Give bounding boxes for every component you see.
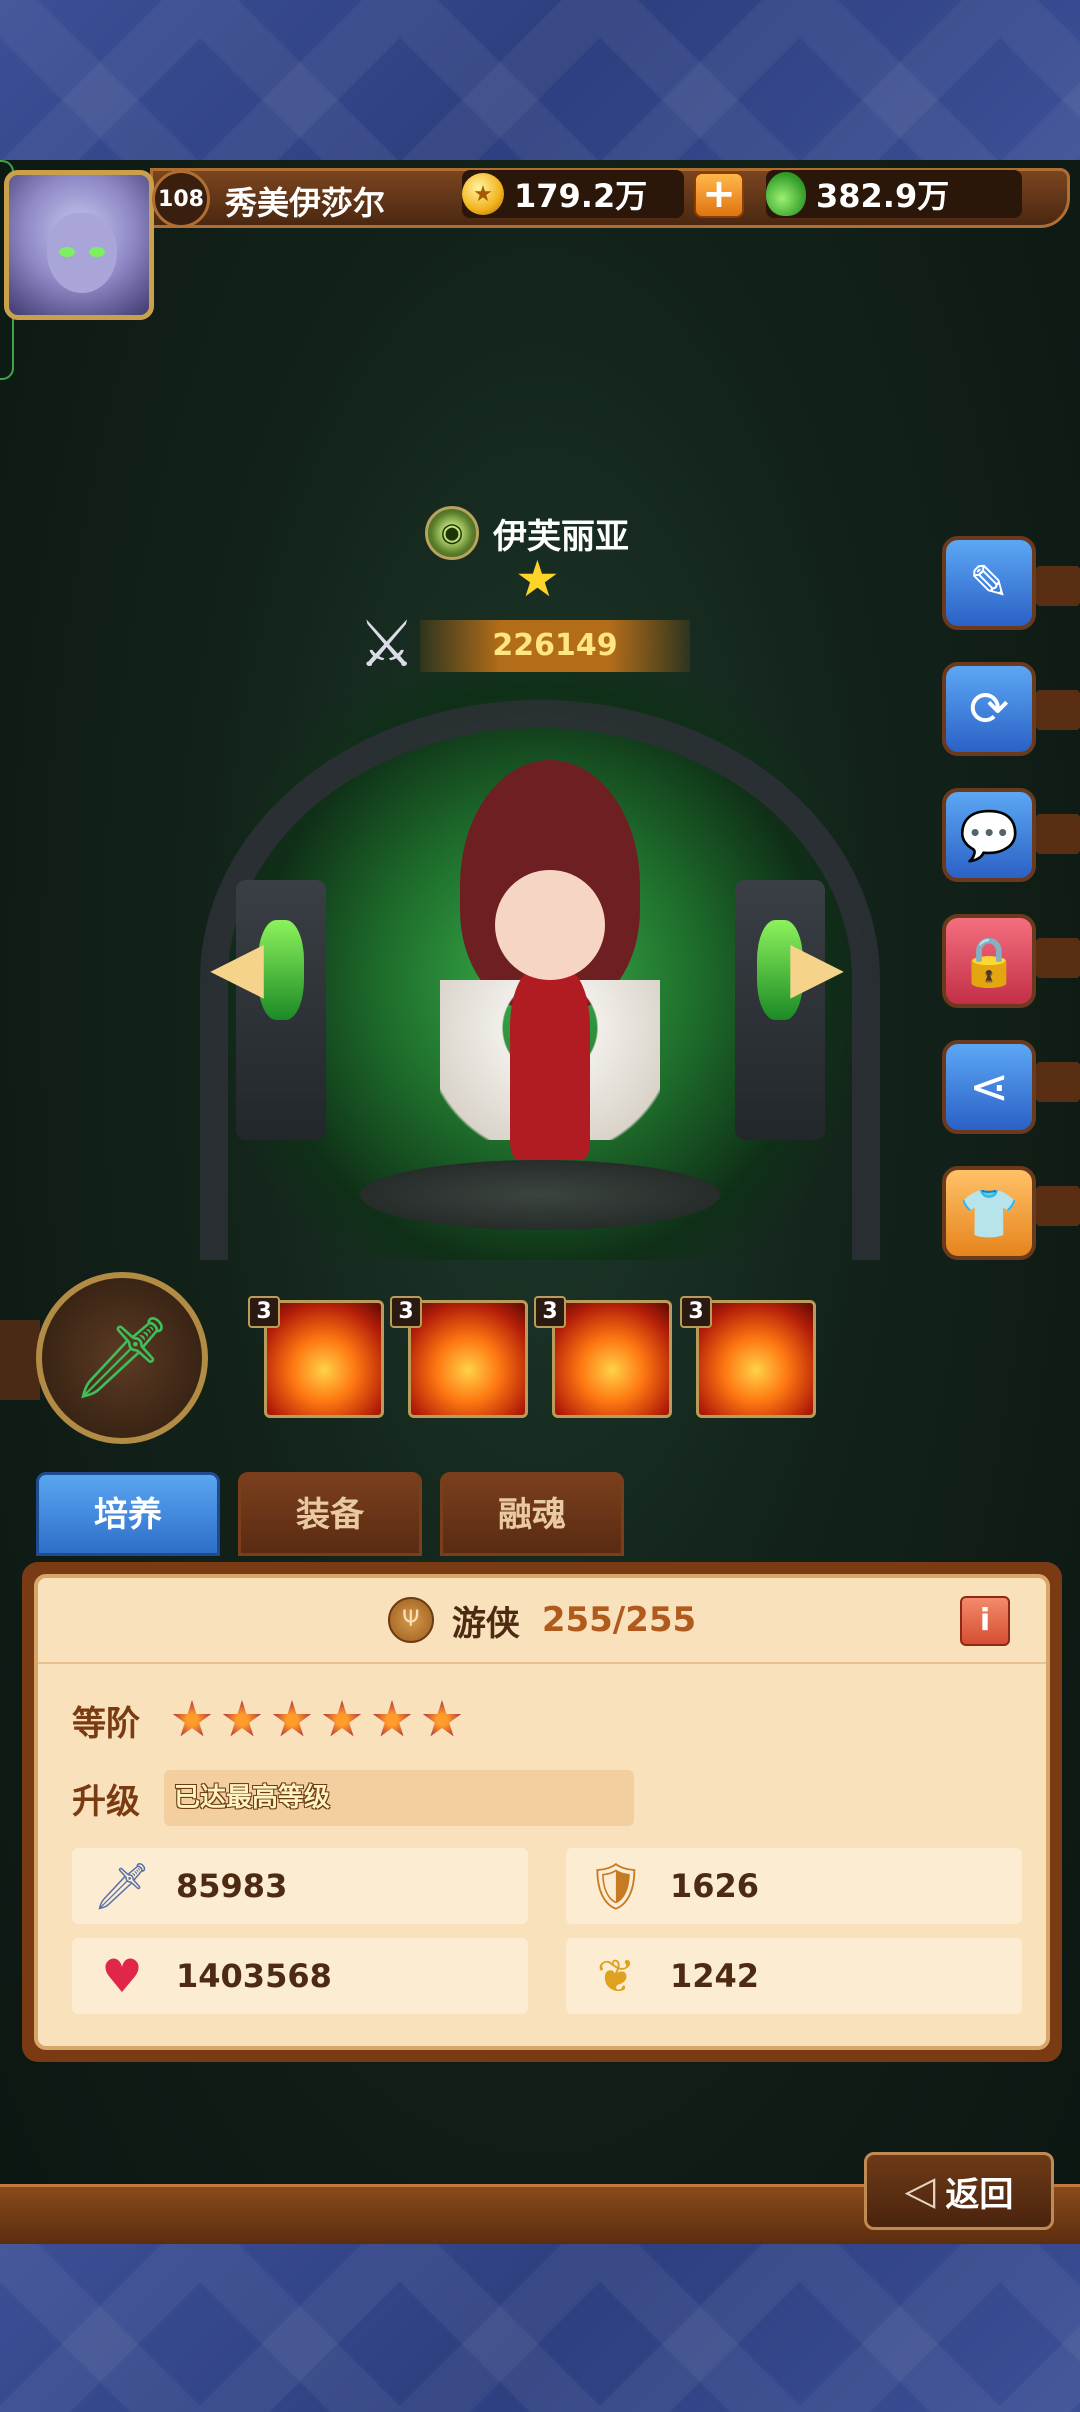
side-tab [1036, 814, 1080, 854]
skill-level-badge: 3 [680, 1296, 712, 1328]
rank-star-icon [172, 1700, 212, 1737]
screen-border-top [0, 0, 1080, 160]
lock-icon[interactable]: 🔒 [942, 914, 1036, 1008]
side-tab [1036, 1062, 1080, 1102]
share-icon[interactable]: ⋖ [942, 1040, 1036, 1134]
avatar-eye [59, 247, 75, 257]
hp-stat: ♥ 1403568 [72, 1938, 528, 2014]
potion-value: 382.9万 [816, 177, 950, 215]
hero-star-icon: ★ [515, 550, 560, 608]
player-avatar[interactable] [4, 170, 154, 320]
gold-coin-icon: ★ [462, 173, 504, 215]
shield-icon: 🛡 [586, 1858, 646, 1913]
defense-stat: 🛡 1626 [566, 1848, 1022, 1924]
gold-value: 179.2万 [514, 177, 648, 215]
skill-fire-blade-icon[interactable] [552, 1300, 672, 1418]
skill-level-badge: 3 [390, 1296, 422, 1328]
back-button[interactable]: ◁ 返回 [864, 2152, 1054, 2230]
skill-level-badge: 3 [248, 1296, 280, 1328]
back-arrow-icon: ◁ [904, 2168, 936, 2214]
back-label: 返回 [945, 2174, 1014, 2215]
side-tab [1036, 1186, 1080, 1226]
rename-pencil-icon[interactable]: ✎ [942, 536, 1036, 630]
class-emblem-icon: Ψ [387, 1597, 434, 1643]
hero-face [495, 870, 605, 980]
potion-icon [766, 172, 806, 216]
tab-soul-fusion[interactable]: 融魂 [440, 1472, 624, 1556]
speed-stat: ❦ 1242 [566, 1938, 1022, 2014]
info-icon[interactable]: i [960, 1596, 1010, 1646]
skill-level-badge: 3 [534, 1296, 566, 1328]
avatar-eye [89, 247, 105, 257]
wing-icon: ❦ [596, 1949, 636, 2003]
rank-star-icon [222, 1700, 262, 1737]
left-pillar [236, 880, 326, 1140]
combat-power: 226149 [420, 620, 690, 672]
upgrade-status: 已达最高等级 [164, 1770, 634, 1826]
hero-class-icon: ◉ [425, 506, 479, 560]
tab-cultivate[interactable]: 培养 [36, 1472, 220, 1556]
weapon-dagger-icon[interactable]: 🗡 [36, 1272, 208, 1444]
attack-value: 85983 [176, 1867, 288, 1905]
class-level: 255/255 [541, 1600, 697, 1640]
potion-counter: 382.9万 [766, 170, 1022, 218]
rank-star-icon [322, 1700, 362, 1737]
swap-refresh-icon[interactable]: ⟳ [942, 662, 1036, 756]
player-name: 秀美伊莎尔 [225, 184, 386, 222]
hero-name: 伊芙丽亚 [493, 516, 629, 557]
side-tab [1036, 690, 1080, 730]
rank-star-icon [272, 1700, 312, 1737]
next-hero-arrow-icon[interactable]: ▶ [785, 930, 849, 1002]
upgrade-label: 升级 [72, 1782, 140, 1822]
heart-icon: ♥ [101, 1949, 143, 2003]
screen-border-bottom [0, 2244, 1080, 2412]
side-tab [1036, 938, 1080, 978]
prev-hero-arrow-icon[interactable]: ◀ [205, 930, 269, 1002]
rank-star-icon [372, 1700, 412, 1737]
sword-icon: 🗡 [92, 1858, 152, 1913]
hero-dress [510, 970, 590, 1160]
cultivate-panel: Ψ 游侠 255/255 i 等阶 升级 已达最高等级 🗡 85983 🛡 16… [22, 1562, 1062, 2062]
gold-counter: ★ 179.2万 [462, 170, 684, 218]
class-header: Ψ 游侠 255/255 i [38, 1578, 1046, 1664]
crossed-swords-icon: ⚔ [358, 608, 416, 682]
add-gold-button[interactable]: + [694, 172, 744, 218]
player-level-badge: 108 [152, 170, 210, 228]
attack-stat: 🗡 85983 [72, 1848, 528, 1924]
side-tab [1036, 566, 1080, 606]
hp-value: 1403568 [176, 1957, 332, 1995]
speed-value: 1242 [670, 1957, 760, 1995]
costume-shirt-icon[interactable]: 👕 [942, 1166, 1036, 1260]
panel-content: Ψ 游侠 255/255 i 等阶 升级 已达最高等级 🗡 85983 🛡 16… [34, 1574, 1050, 2050]
rank-label: 等阶 [72, 1704, 140, 1744]
hero-model[interactable] [440, 760, 660, 1180]
rank-star-icon [422, 1700, 462, 1737]
right-pillar [735, 880, 825, 1140]
defense-value: 1626 [670, 1867, 760, 1905]
class-name: 游侠 [451, 1603, 520, 1644]
skill-fire-swirl-icon[interactable] [696, 1300, 816, 1418]
tab-equipment[interactable]: 装备 [238, 1472, 422, 1556]
skill-flame-beast-icon[interactable] [408, 1300, 528, 1418]
chat-bubble-icon[interactable]: 💬 [942, 788, 1036, 882]
skill-fire-burst-icon[interactable] [264, 1300, 384, 1418]
weapon-slot-tab [0, 1320, 40, 1400]
avatar-face [47, 213, 117, 293]
